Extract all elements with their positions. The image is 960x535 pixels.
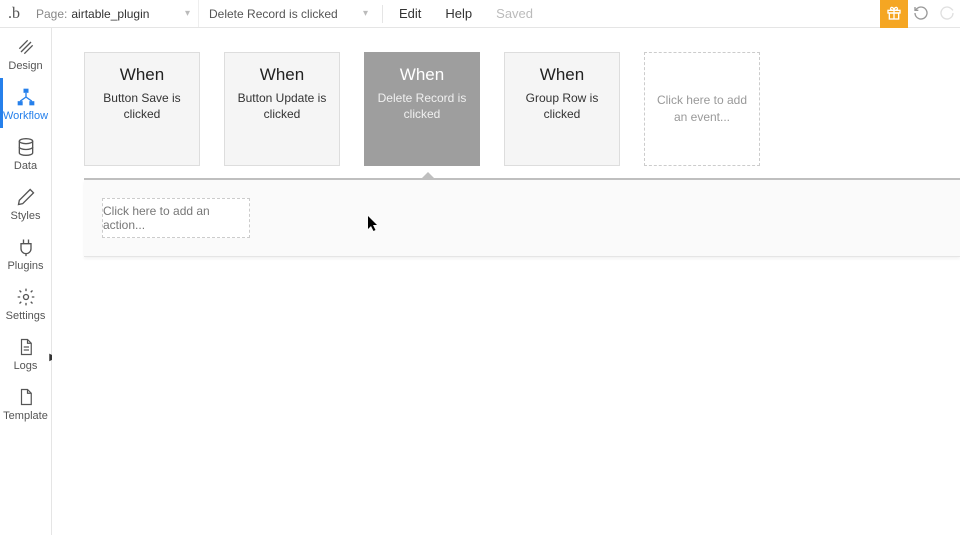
event-card[interactable]: When Button Update is clicked (224, 52, 340, 166)
topbar: .b Page: airtable_plugin ▾ Delete Record… (0, 0, 960, 28)
event-desc: Group Row is clicked (511, 91, 613, 122)
sidebar-item-template[interactable]: Template (0, 378, 51, 428)
sidebar-item-plugins[interactable]: Plugins (0, 228, 51, 278)
workflow-icon (15, 86, 37, 108)
event-card[interactable]: When Button Save is clicked (84, 52, 200, 166)
arrow-up-icon (420, 172, 436, 180)
divider (382, 5, 383, 23)
sidebar-item-label: Logs (14, 360, 38, 372)
chevron-down-icon: ▾ (363, 8, 368, 19)
sidebar-item-label: Plugins (7, 260, 43, 272)
workflow-canvas: When Button Save is clicked When Button … (52, 28, 960, 535)
add-event-text: Click here to add an event... (655, 92, 749, 126)
page-label: Page: (36, 7, 67, 21)
event-dropdown[interactable]: Delete Record is clicked ▾ (198, 0, 378, 27)
event-desc: Button Save is clicked (91, 91, 193, 122)
saved-status: Saved (484, 0, 545, 27)
event-desc: Delete Record is clicked (371, 91, 473, 122)
event-when: When (511, 65, 613, 85)
undo-icon (913, 5, 929, 24)
chevron-down-icon: ▾ (185, 8, 190, 19)
page-dropdown[interactable]: Page: airtable_plugin ▾ (28, 0, 198, 27)
sidebar-item-label: Data (14, 160, 37, 172)
edit-menu[interactable]: Edit (387, 0, 433, 27)
sidebar-item-settings[interactable]: Settings (0, 278, 51, 328)
data-icon (15, 136, 37, 158)
add-action-card[interactable]: Click here to add an action... (102, 198, 250, 238)
sidebar-item-styles[interactable]: Styles (0, 178, 51, 228)
design-icon (15, 36, 37, 58)
sidebar-item-label: Design (8, 60, 42, 72)
gear-icon (15, 286, 37, 308)
styles-icon (15, 186, 37, 208)
topbar-right (880, 0, 960, 28)
event-desc: Button Update is clicked (231, 91, 333, 122)
add-action-text: Click here to add an action... (103, 204, 249, 232)
event-card[interactable]: When Group Row is clicked (504, 52, 620, 166)
actions-panel: Click here to add an action... (84, 180, 960, 257)
sidebar-item-label: Template (3, 410, 48, 422)
event-when: When (91, 65, 193, 85)
sidebar-item-logs[interactable]: Logs (0, 328, 51, 378)
template-icon (15, 386, 37, 408)
undo-button[interactable] (908, 0, 934, 28)
sidebar: Design Workflow Data Style (0, 28, 52, 535)
sidebar-item-label: Settings (6, 310, 46, 322)
sidebar-item-design[interactable]: Design (0, 28, 51, 78)
logo: .b (0, 0, 28, 28)
gift-icon (886, 5, 902, 24)
add-event-card[interactable]: Click here to add an event... (644, 52, 760, 166)
sidebar-item-label: Styles (11, 210, 41, 222)
event-value: Delete Record is clicked (209, 7, 338, 21)
events-row: When Button Save is clicked When Button … (52, 28, 960, 166)
event-when: When (371, 65, 473, 85)
event-when: When (231, 65, 333, 85)
plugins-icon (15, 236, 37, 258)
sidebar-item-workflow[interactable]: Workflow (0, 78, 51, 128)
page-value: airtable_plugin (71, 7, 149, 21)
event-card-selected[interactable]: When Delete Record is clicked (364, 52, 480, 166)
redo-button[interactable] (934, 0, 960, 28)
redo-icon (939, 5, 955, 24)
logs-icon (15, 336, 37, 358)
gift-button[interactable] (880, 0, 908, 28)
help-menu[interactable]: Help (433, 0, 484, 27)
sidebar-item-data[interactable]: Data (0, 128, 51, 178)
sidebar-item-label: Workflow (3, 110, 48, 122)
